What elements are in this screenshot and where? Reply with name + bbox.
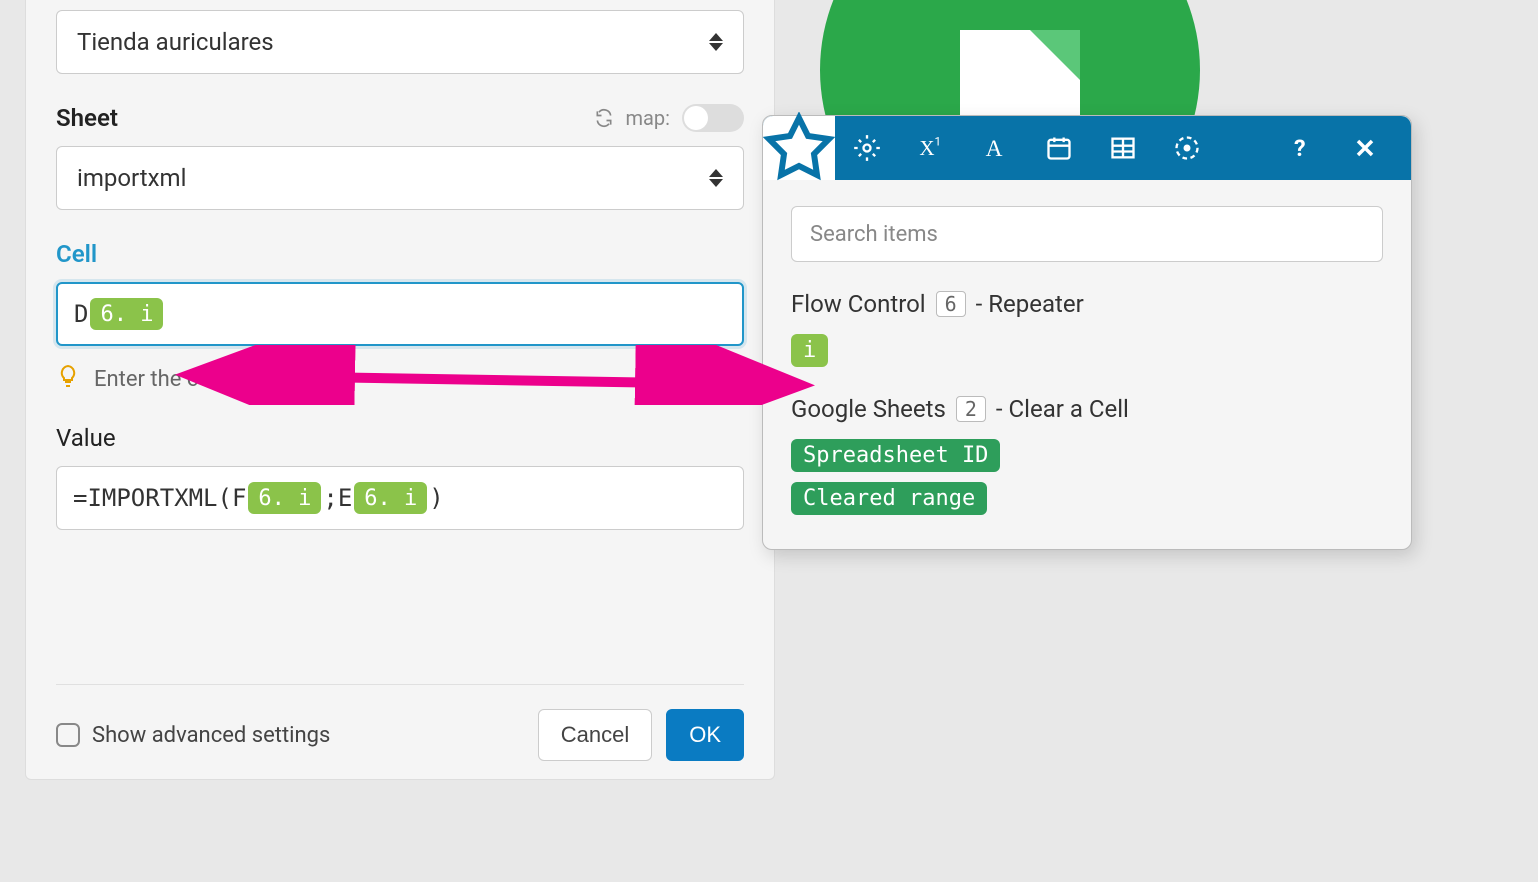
tab-text[interactable]: A — [963, 116, 1027, 180]
group2-num: 2 — [956, 396, 986, 422]
cell-prefix: D — [74, 300, 88, 328]
spreadsheet-value: Tienda auriculares — [77, 28, 274, 56]
value-text-2: ;E — [323, 484, 352, 512]
sheet-label-row: Sheet map: — [56, 104, 744, 132]
tab-general[interactable] — [835, 116, 899, 180]
map-label: map: — [626, 106, 671, 130]
ok-button[interactable]: OK — [666, 709, 744, 761]
group1-num: 6 — [936, 291, 966, 317]
chevron-updown-icon — [709, 169, 723, 187]
footer-row: Show advanced settings Cancel OK — [56, 684, 744, 761]
map-toggle-group: map: — [594, 104, 745, 132]
value-input[interactable]: =IMPORTXML(F 6. i ;E 6. i ) — [56, 466, 744, 530]
group2-name: Google Sheets — [791, 395, 946, 423]
value-text-3: ) — [429, 484, 443, 512]
cell-label: Cell — [56, 240, 744, 268]
picker-body: Search items Flow Control 6 - Repeater i… — [763, 180, 1411, 549]
tab-date[interactable] — [1027, 116, 1091, 180]
advanced-settings-checkbox[interactable]: Show advanced settings — [56, 723, 330, 748]
chevron-updown-icon — [709, 33, 723, 51]
advanced-settings-label: Show advanced settings — [92, 723, 330, 748]
module-logo-doc — [960, 30, 1080, 120]
svg-text:?: ? — [1294, 134, 1306, 162]
svg-text:1: 1 — [935, 135, 942, 149]
group-google-sheets: Google Sheets 2 - Clear a Cell — [791, 395, 1383, 423]
spreadsheet-select[interactable]: Tienda auriculares — [56, 10, 744, 74]
value-label: Value — [56, 424, 744, 452]
sheet-value: importxml — [77, 164, 186, 192]
cancel-button[interactable]: Cancel — [538, 709, 652, 761]
cell-input[interactable]: D 6. i — [56, 282, 744, 346]
group1-name: Flow Control — [791, 290, 926, 318]
search-placeholder: Search items — [810, 222, 938, 247]
svg-text:A: A — [986, 136, 1003, 162]
search-input[interactable]: Search items — [791, 206, 1383, 262]
group1-items: i — [791, 334, 1383, 367]
map-toggle[interactable] — [682, 104, 744, 132]
cell-variable-pill[interactable]: 6. i — [90, 298, 163, 330]
variable-cleared-range[interactable]: Cleared range — [791, 482, 987, 515]
sheet-select[interactable]: importxml — [56, 146, 744, 210]
picker-tabbar: X1 A ? — [763, 116, 1411, 180]
help-icon[interactable]: ? — [1269, 116, 1333, 180]
group2-items: Spreadsheet ID — [791, 439, 1383, 472]
module-logo-fold — [1030, 30, 1080, 80]
sheet-label: Sheet — [56, 104, 118, 132]
refresh-icon[interactable] — [594, 108, 614, 128]
tab-favorites[interactable] — [763, 116, 835, 180]
cell-hint-example: D3 — [306, 367, 333, 392]
group2-items-2: Cleared range — [791, 482, 1383, 515]
variable-spreadsheet-id[interactable]: Spreadsheet ID — [791, 439, 1000, 472]
value-text-1: =IMPORTXML(F — [73, 484, 246, 512]
group-flow-control: Flow Control 6 - Repeater — [791, 290, 1383, 318]
group1-suffix: - Repeater — [976, 290, 1084, 318]
cell-hint-text: Enter the cell ID. e.g. — [94, 367, 292, 392]
variable-i[interactable]: i — [791, 334, 828, 367]
close-icon[interactable] — [1333, 116, 1397, 180]
module-config-panel: Tienda auriculares Sheet map: importxml … — [25, 0, 775, 780]
tab-math[interactable]: X1 — [899, 116, 963, 180]
cell-hint: Enter the cell ID. e.g. D3 — [56, 364, 744, 394]
checkbox-icon — [56, 723, 80, 747]
button-group: Cancel OK — [538, 709, 744, 761]
lightbulb-icon — [56, 364, 80, 394]
svg-text:X: X — [919, 136, 934, 160]
value-pill-2[interactable]: 6. i — [354, 482, 427, 514]
group2-suffix: - Clear a Cell — [996, 395, 1129, 423]
value-pill-1[interactable]: 6. i — [248, 482, 321, 514]
tab-array[interactable] — [1091, 116, 1155, 180]
tab-functions[interactable] — [1155, 116, 1219, 180]
variable-picker-panel: X1 A ? Search items Flow Control 6 - Rep… — [762, 115, 1412, 550]
